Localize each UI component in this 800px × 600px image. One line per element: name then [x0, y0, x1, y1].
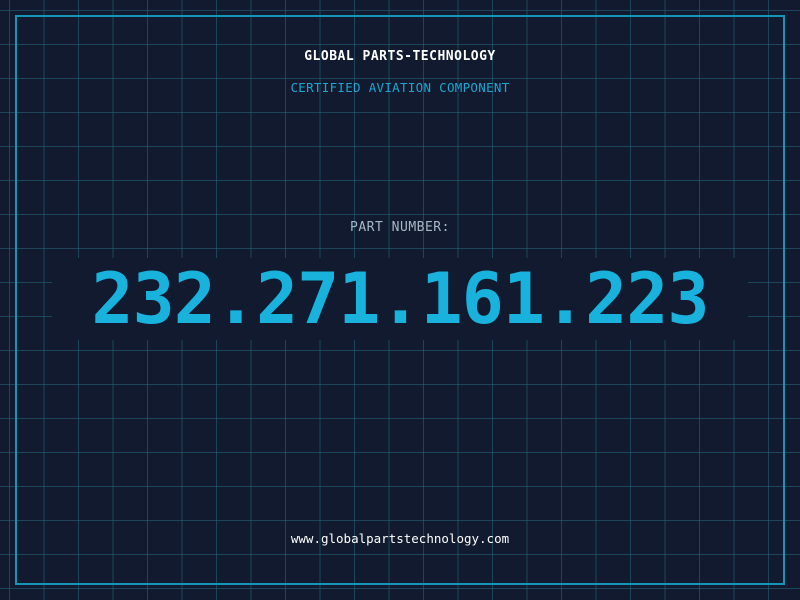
- part-number-label: PART NUMBER:: [350, 220, 450, 235]
- tagline: CERTIFIED AVIATION COMPONENT: [290, 80, 510, 95]
- part-number-value: 232.271.161.223: [91, 258, 709, 340]
- website-url: www.globalpartstechnology.com: [290, 531, 510, 546]
- company-name: GLOBAL PARTS-TECHNOLOGY: [304, 49, 496, 64]
